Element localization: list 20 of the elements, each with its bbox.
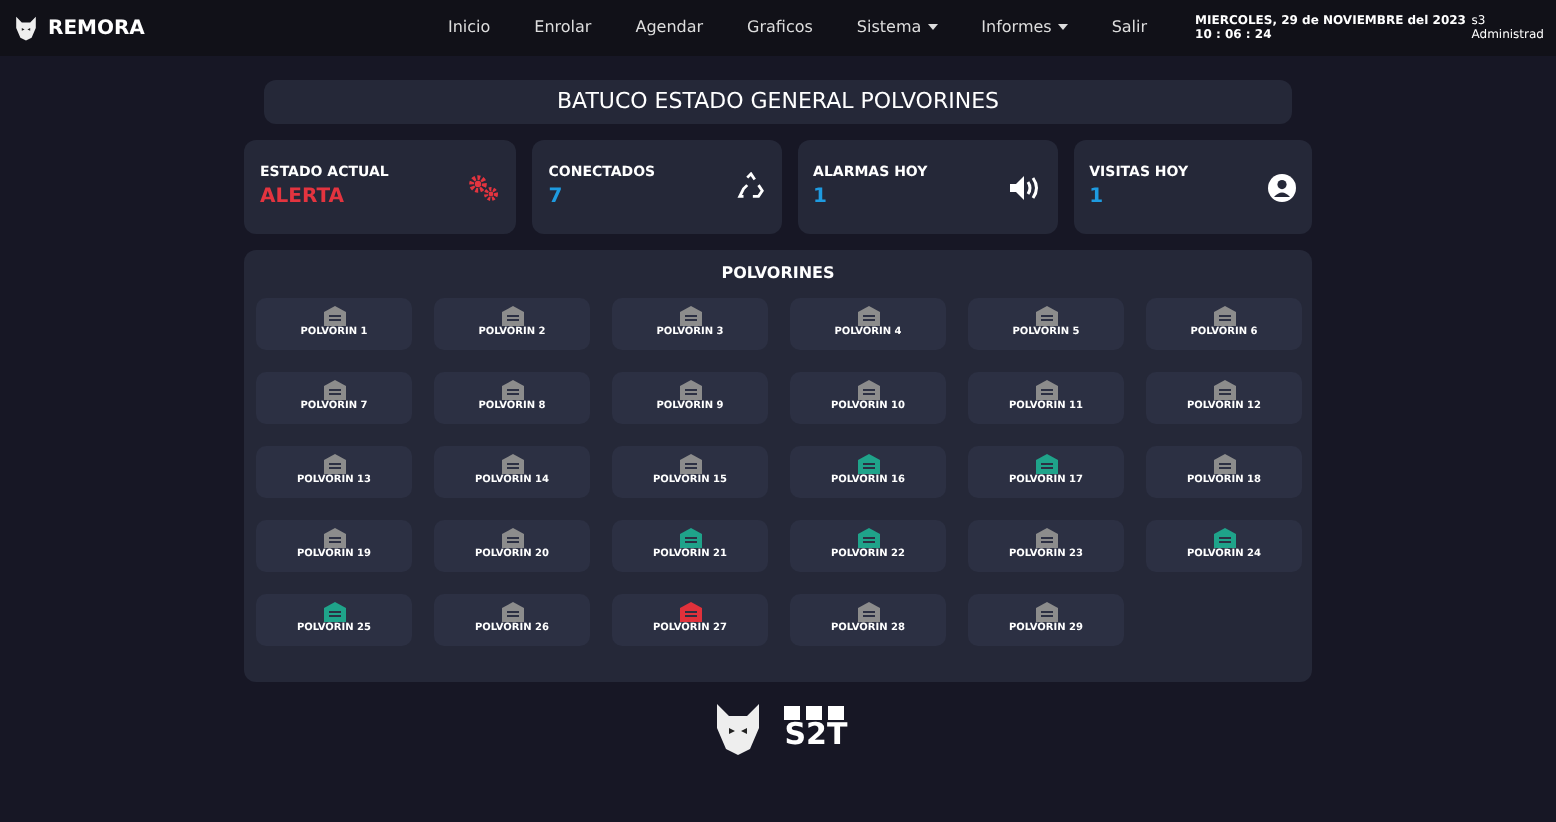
nav-link[interactable]: Enrolar	[534, 16, 592, 40]
nav-link[interactable]: Graficos	[747, 16, 813, 40]
panel-title: POLVORINES	[721, 262, 835, 286]
logo-text: S2T	[784, 720, 848, 750]
stat-value: ALERTA	[260, 184, 346, 213]
gears-icon	[468, 173, 501, 201]
nav-link[interactable]: Sistema	[856, 16, 938, 40]
stat-value: 1	[1089, 184, 1106, 213]
brand-name: REMORA	[48, 15, 145, 43]
nav-link[interactable]: Informes	[981, 16, 1068, 40]
stat-value: 7	[548, 184, 565, 213]
nav-link[interactable]: Salir	[1111, 16, 1148, 40]
stat-value: 1	[813, 184, 829, 213]
user-icon	[1268, 173, 1296, 201]
wolf-logo-icon	[12, 14, 40, 42]
squares-icon	[784, 706, 845, 720]
page-title: BATUCO ESTADO GENERAL POLVORINES	[556, 85, 1000, 118]
speaker-icon	[1007, 173, 1042, 201]
nav-link[interactable]: Inicio	[448, 16, 491, 40]
nav-link[interactable]: Agendar	[635, 16, 704, 40]
